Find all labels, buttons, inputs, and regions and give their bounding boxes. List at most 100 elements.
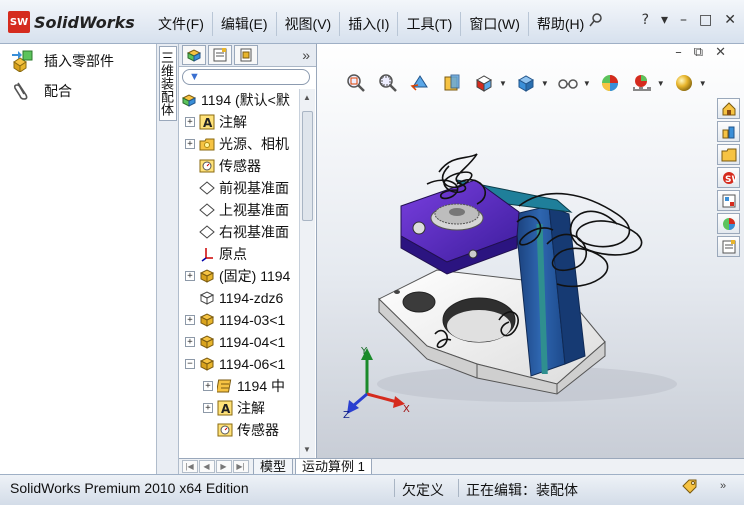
tree-node-front-plane[interactable]: 前视基准面 (185, 177, 289, 199)
tree-node-sensors[interactable]: 传感器 (185, 155, 261, 177)
tree-node-sub-annotations[interactable]: + A 注解 (203, 397, 265, 419)
tree-node-label: 1194 中 (237, 378, 285, 394)
triad-x-label: X (403, 404, 410, 415)
tree-node-component-03[interactable]: + 1194-03<1 (185, 309, 285, 331)
section-view-icon[interactable] (439, 70, 465, 96)
appearances-icon[interactable] (717, 213, 740, 234)
tab-property-manager[interactable] (208, 45, 232, 65)
expand-toggle[interactable]: + (185, 337, 195, 347)
part-icon (199, 356, 215, 372)
svg-text:A: A (221, 402, 231, 416)
custom-properties-icon[interactable] (717, 236, 740, 257)
expand-toggle[interactable]: + (203, 403, 213, 413)
design-library-icon[interactable] (717, 121, 740, 142)
logo-badge: SW (8, 11, 30, 33)
collapse-toggle[interactable]: − (185, 359, 195, 369)
menu-view[interactable]: 视图(V) (275, 12, 340, 36)
tab-configuration-manager[interactable] (234, 45, 258, 65)
menu-window[interactable]: 窗口(W) (460, 12, 528, 36)
first-tab-icon[interactable]: |◀ (181, 460, 198, 473)
annotation-icon: A (217, 400, 233, 416)
minimize-button[interactable]: – (680, 12, 687, 28)
expand-toggle[interactable]: + (185, 139, 195, 149)
scroll-up-icon[interactable]: ▲ (303, 93, 311, 102)
prev-tab-icon[interactable]: ◀ (198, 460, 215, 473)
menu-file[interactable]: 文件(F) (150, 12, 212, 36)
status-definition: 欠定义 (402, 482, 444, 498)
tree-filter-input[interactable]: ▼ (182, 69, 310, 85)
tree-node-right-plane[interactable]: 右视基准面 (185, 221, 289, 243)
previous-view-icon[interactable] (407, 70, 433, 96)
doc-restore-button[interactable]: ⧉ (694, 45, 703, 60)
tree-node-component-04[interactable]: + 1194-04<1 (185, 331, 285, 353)
sensor-icon (199, 158, 215, 174)
insert-component-command[interactable]: 插入零部件 (10, 50, 114, 72)
triad-z-label: Z (343, 410, 350, 420)
filter-icon[interactable]: ▼ (189, 71, 200, 83)
part-icon (199, 334, 215, 350)
scroll-down-icon[interactable]: ▼ (303, 445, 311, 454)
tree-vertical-scrollbar[interactable]: ▲ ▼ (299, 89, 315, 459)
subpart-icon (217, 378, 233, 394)
more-tabs-icon[interactable]: » (302, 47, 310, 63)
doc-minimize-button[interactable]: – (675, 45, 682, 60)
tab-model[interactable]: 模型 (253, 458, 294, 475)
graphics-area[interactable]: – ⧉ ✕ ▼ ▼ ▼ ▼ ▼ Y X Z SW (317, 44, 744, 458)
tree-node-subpart[interactable]: + 1194 中 (203, 375, 285, 397)
menu-help[interactable]: 帮助(H) (527, 12, 592, 36)
realview-icon[interactable] (671, 70, 697, 96)
help-icon[interactable]: ? (642, 12, 649, 28)
hide-show-icon[interactable] (555, 70, 581, 96)
tree-node-component-fixed[interactable]: + (固定) 1194 (185, 265, 290, 287)
pin-icon[interactable] (588, 12, 604, 31)
tree-node-lights-cameras[interactable]: + 光源、相机 (185, 133, 289, 155)
doc-close-button[interactable]: ✕ (715, 45, 726, 60)
maximize-button[interactable]: □ (699, 12, 712, 28)
tab-feature-tree[interactable] (182, 45, 206, 65)
display-style-icon[interactable] (513, 70, 539, 96)
tree-node-top-plane[interactable]: 上视基准面 (185, 199, 289, 221)
close-button[interactable]: ✕ (724, 12, 736, 28)
menu-edit[interactable]: 编辑(E) (211, 12, 276, 36)
solidworks-logo[interactable]: SW SolidWorks (8, 11, 135, 33)
tree-node-component-06[interactable]: − 1194-06<1 (185, 353, 285, 375)
home-icon[interactable] (717, 98, 740, 119)
zoom-area-icon[interactable] (375, 70, 401, 96)
view-orientation-icon[interactable] (471, 70, 497, 96)
next-tab-icon[interactable]: ▶ (215, 460, 232, 473)
tree-node-label: 注解 (237, 400, 265, 416)
tree-node-root[interactable]: 1194 (默认<默 (181, 89, 290, 111)
vertical-tab-assembly[interactable]: 三维装配体 (159, 46, 177, 121)
vertical-scroll-thumb[interactable] (302, 111, 313, 221)
appearance-icon[interactable] (597, 70, 623, 96)
file-explorer-icon[interactable] (717, 144, 740, 165)
help-dropdown-icon[interactable]: ▾ (661, 12, 668, 28)
tree-node-label: 传感器 (237, 422, 279, 438)
status-expand-icon[interactable]: » (720, 480, 726, 492)
tree-node-origin[interactable]: 原点 (185, 243, 247, 265)
status-bar: SolidWorks Premium 2010 x64 Edition 欠定义 … (0, 474, 744, 505)
filter-row: ▼ (179, 67, 316, 87)
tree-node-annotations[interactable]: + A 注解 (185, 111, 247, 133)
heads-up-view-toolbar: ▼ ▼ ▼ ▼ ▼ (343, 70, 707, 96)
search-icon[interactable]: SW (717, 167, 740, 188)
mate-command[interactable]: 配合 (10, 80, 72, 102)
task-pane-tabs: SW (717, 98, 741, 257)
expand-toggle[interactable]: + (203, 381, 213, 391)
last-tab-icon[interactable]: ▶| (232, 460, 249, 473)
coordinate-triad: Y X Z (343, 346, 410, 420)
tree-node-sub-sensors[interactable]: 传感器 (203, 419, 279, 441)
tab-motion-study[interactable]: 运动算例 1 (295, 458, 372, 475)
tag-icon[interactable] (681, 478, 699, 499)
zoom-fit-icon[interactable] (343, 70, 369, 96)
status-editing: 正在编辑：装配体 (466, 482, 578, 498)
expand-toggle[interactable]: + (185, 271, 195, 281)
tree-node-label: (固定) 1194 (219, 268, 291, 284)
menu-insert[interactable]: 插入(I) (339, 12, 397, 36)
scene-icon[interactable] (629, 70, 655, 96)
expand-toggle[interactable]: + (185, 117, 195, 127)
expand-toggle[interactable]: + (185, 315, 195, 325)
tree-node-component-zdz6[interactable]: 1194-zdz6 (185, 287, 283, 309)
view-palette-icon[interactable] (717, 190, 740, 211)
menu-tools[interactable]: 工具(T) (397, 12, 460, 36)
